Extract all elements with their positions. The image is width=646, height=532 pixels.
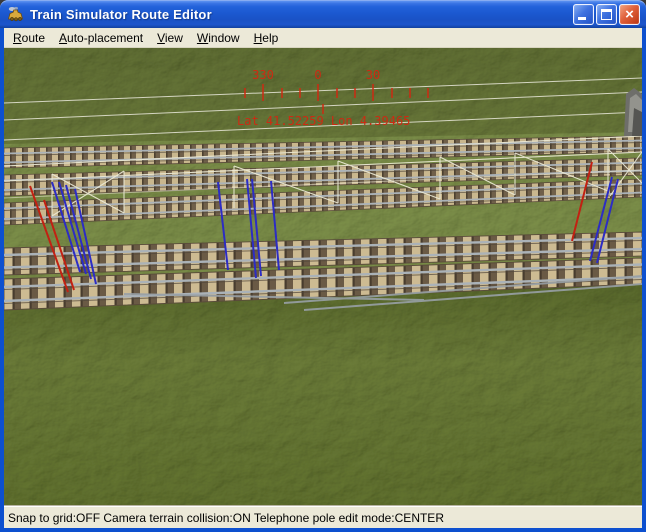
lat-lon-readout: Lat 41.52259 Lon 4.39465 — [237, 114, 410, 128]
menu-view[interactable]: View — [150, 29, 190, 47]
maximize-button[interactable] — [596, 4, 617, 25]
minimize-icon — [578, 17, 586, 20]
compass-label-330: 330 — [252, 68, 274, 82]
titlebar[interactable]: Train Simulator Route Editor × — [0, 0, 646, 28]
status-bar: Snap to grid:OFF Camera terrain collisio… — [4, 505, 642, 528]
menu-window[interactable]: Window — [190, 29, 247, 47]
menu-help[interactable]: Help — [247, 29, 286, 47]
menu-route[interactable]: Route — [6, 29, 52, 47]
window-title: Train Simulator Route Editor — [30, 7, 573, 22]
app-window: Train Simulator Route Editor × Route Aut… — [0, 0, 646, 532]
close-button[interactable]: × — [619, 4, 640, 25]
viewport-3d[interactable]: 330 0 30 Lat 41.52259 Lon 4.39465 — [4, 48, 642, 505]
menu-bar: Route Auto-placement View Window Help — [4, 28, 642, 48]
steam-locomotive-icon[interactable] — [7, 6, 25, 22]
minimize-button[interactable] — [573, 4, 594, 25]
menu-auto-placement[interactable]: Auto-placement — [52, 29, 150, 47]
window-controls: × — [573, 4, 640, 25]
close-icon: × — [620, 5, 639, 24]
compass-label-30: 30 — [366, 68, 380, 82]
compass-label-0: 0 — [314, 68, 321, 82]
distant-structure — [624, 88, 642, 136]
status-text: Snap to grid:OFF Camera terrain collisio… — [8, 511, 444, 525]
maximize-icon — [601, 9, 612, 20]
